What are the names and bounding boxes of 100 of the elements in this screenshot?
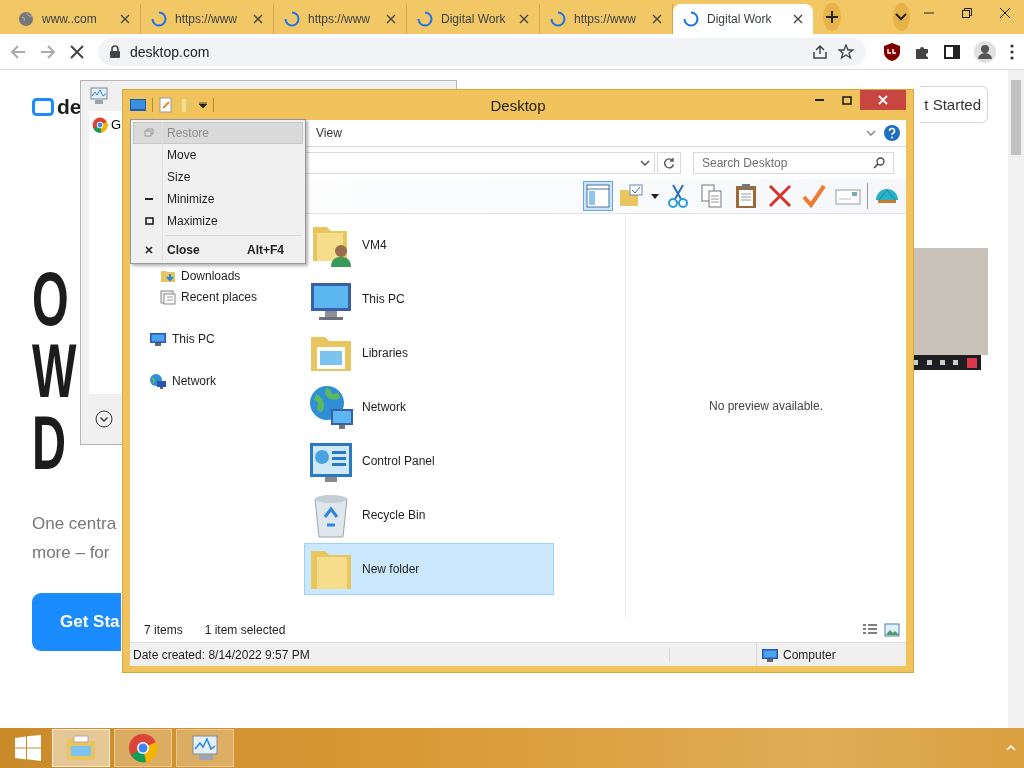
menu-item[interactable]: Minimize: [133, 188, 303, 210]
taskbar-app-button[interactable]: [114, 729, 172, 767]
item-count: 7 items: [144, 623, 183, 637]
minimize-icon: [815, 98, 824, 102]
address-bar[interactable]: desktop.com: [98, 37, 866, 66]
menu-item[interactable]: Close Alt+F4: [133, 239, 303, 261]
profile-icon[interactable]: [974, 40, 996, 63]
menu-item[interactable]: Maximize: [133, 210, 303, 232]
loading-spinner-icon: [284, 11, 300, 27]
tab-search-button[interactable]: [892, 3, 910, 31]
browser-tab[interactable]: Digital Work: [673, 4, 813, 34]
recent-places-icon: [160, 288, 176, 305]
headline: O W D: [32, 263, 77, 479]
maximize-icon: [144, 217, 154, 225]
process-name: G: [111, 117, 122, 132]
logo-text: de: [57, 94, 82, 119]
close-icon[interactable]: [519, 14, 529, 24]
caret-down-icon[interactable]: [651, 193, 659, 199]
file-item[interactable]: New folder: [304, 543, 554, 595]
window-title: Desktop: [489, 96, 547, 114]
location-label: Computer: [783, 647, 836, 662]
refresh-button[interactable]: [657, 152, 681, 174]
nav-item[interactable]: Downloads: [130, 265, 241, 286]
nav-item[interactable]: This PC: [130, 328, 215, 349]
close-icon: [878, 95, 888, 105]
maximize-icon: [841, 95, 852, 105]
minimize-icon: [145, 197, 153, 201]
close-icon: [145, 246, 153, 254]
loading-spinner-icon: [550, 11, 566, 27]
task-manager-icon: [89, 87, 109, 105]
loading-spinner-icon: [417, 11, 433, 27]
stop-icon[interactable]: [70, 44, 84, 59]
details-view-icon[interactable]: [862, 623, 878, 637]
sidebar-icon[interactable]: [944, 43, 960, 60]
preview-pane-button[interactable]: [583, 181, 613, 211]
chevron-down-icon: [640, 160, 650, 166]
menu-icon[interactable]: [1010, 43, 1014, 60]
chevron-down-icon: [895, 13, 908, 21]
chevron-down-icon[interactable]: [866, 130, 876, 136]
file-item[interactable]: Network: [304, 381, 554, 433]
close-icon[interactable]: [120, 14, 130, 24]
selection-count: 1 item selected: [204, 623, 286, 637]
checkmark-icon: [800, 182, 828, 210]
subtitle: One centra more – for: [32, 513, 117, 564]
date-created: Date created: 8/14/2022 9:57 PM: [133, 647, 670, 662]
menu-item[interactable]: Size: [133, 166, 303, 188]
close-button[interactable]: [860, 90, 906, 110]
chrome-icon: [92, 117, 108, 133]
refresh-icon: [663, 157, 675, 169]
browser-tab[interactable]: www..com: [8, 4, 141, 34]
restore-icon[interactable]: [962, 8, 972, 18]
browser-tab[interactable]: https://www: [274, 4, 407, 34]
file-explorer-icon: [65, 734, 97, 762]
loading-spinner-icon: [683, 11, 699, 27]
shield-icon[interactable]: [884, 42, 900, 61]
help-icon[interactable]: [884, 125, 900, 141]
file-item[interactable]: Libraries: [304, 327, 554, 379]
nav-item[interactable]: Recent places: [130, 286, 258, 307]
nav-item[interactable]: Network: [130, 370, 216, 391]
shell-icon: [876, 189, 898, 203]
share-icon[interactable]: [812, 43, 828, 60]
preview-message: No preview available.: [708, 399, 824, 413]
close-icon[interactable]: [253, 14, 263, 24]
get-started-button[interactable]: t Started: [920, 86, 988, 123]
search-field[interactable]: Search Desktop: [693, 152, 894, 174]
computer-icon: [149, 330, 167, 347]
loading-spinner-icon: [151, 11, 167, 27]
globe-icon: [18, 11, 34, 27]
file-item[interactable]: VM4: [304, 219, 554, 271]
task-manager-icon: [189, 733, 221, 763]
file-item[interactable]: Recycle Bin: [304, 489, 554, 541]
file-item[interactable]: This PC: [304, 273, 554, 325]
file-item[interactable]: Control Panel: [304, 435, 554, 487]
close-icon[interactable]: [386, 14, 396, 24]
globe-computer-icon: [149, 372, 167, 389]
menu-item[interactable]: Move: [133, 144, 303, 166]
preview-pane-icon: [584, 182, 612, 210]
browser-tab[interactable]: https://www: [141, 4, 274, 34]
search-icon: [873, 157, 885, 169]
close-icon[interactable]: [652, 14, 662, 24]
scrollbar[interactable]: [1008, 70, 1024, 728]
expand-icon[interactable]: [95, 410, 113, 428]
x-mark-icon: [766, 182, 794, 210]
new-tab-button[interactable]: [823, 3, 841, 31]
globe-computer-icon: [307, 383, 355, 431]
lock-icon: [110, 45, 120, 58]
restore-icon: [144, 128, 154, 138]
chrome-icon: [128, 733, 158, 763]
windows-logo-icon: [15, 735, 41, 761]
computer-icon: [761, 646, 779, 663]
ribbon-tab[interactable]: View: [316, 126, 342, 140]
close-icon[interactable]: [793, 14, 803, 24]
caret-down-icon[interactable]: [199, 102, 207, 108]
browser-tab[interactable]: Digital Work: [407, 4, 540, 34]
properties-icon[interactable]: [159, 97, 173, 113]
star-icon[interactable]: [838, 43, 854, 60]
plus-icon: [824, 10, 839, 24]
logo-icon: [32, 97, 54, 116]
thumbnail-view-icon[interactable]: [884, 623, 900, 637]
close-icon[interactable]: [1000, 8, 1010, 18]
